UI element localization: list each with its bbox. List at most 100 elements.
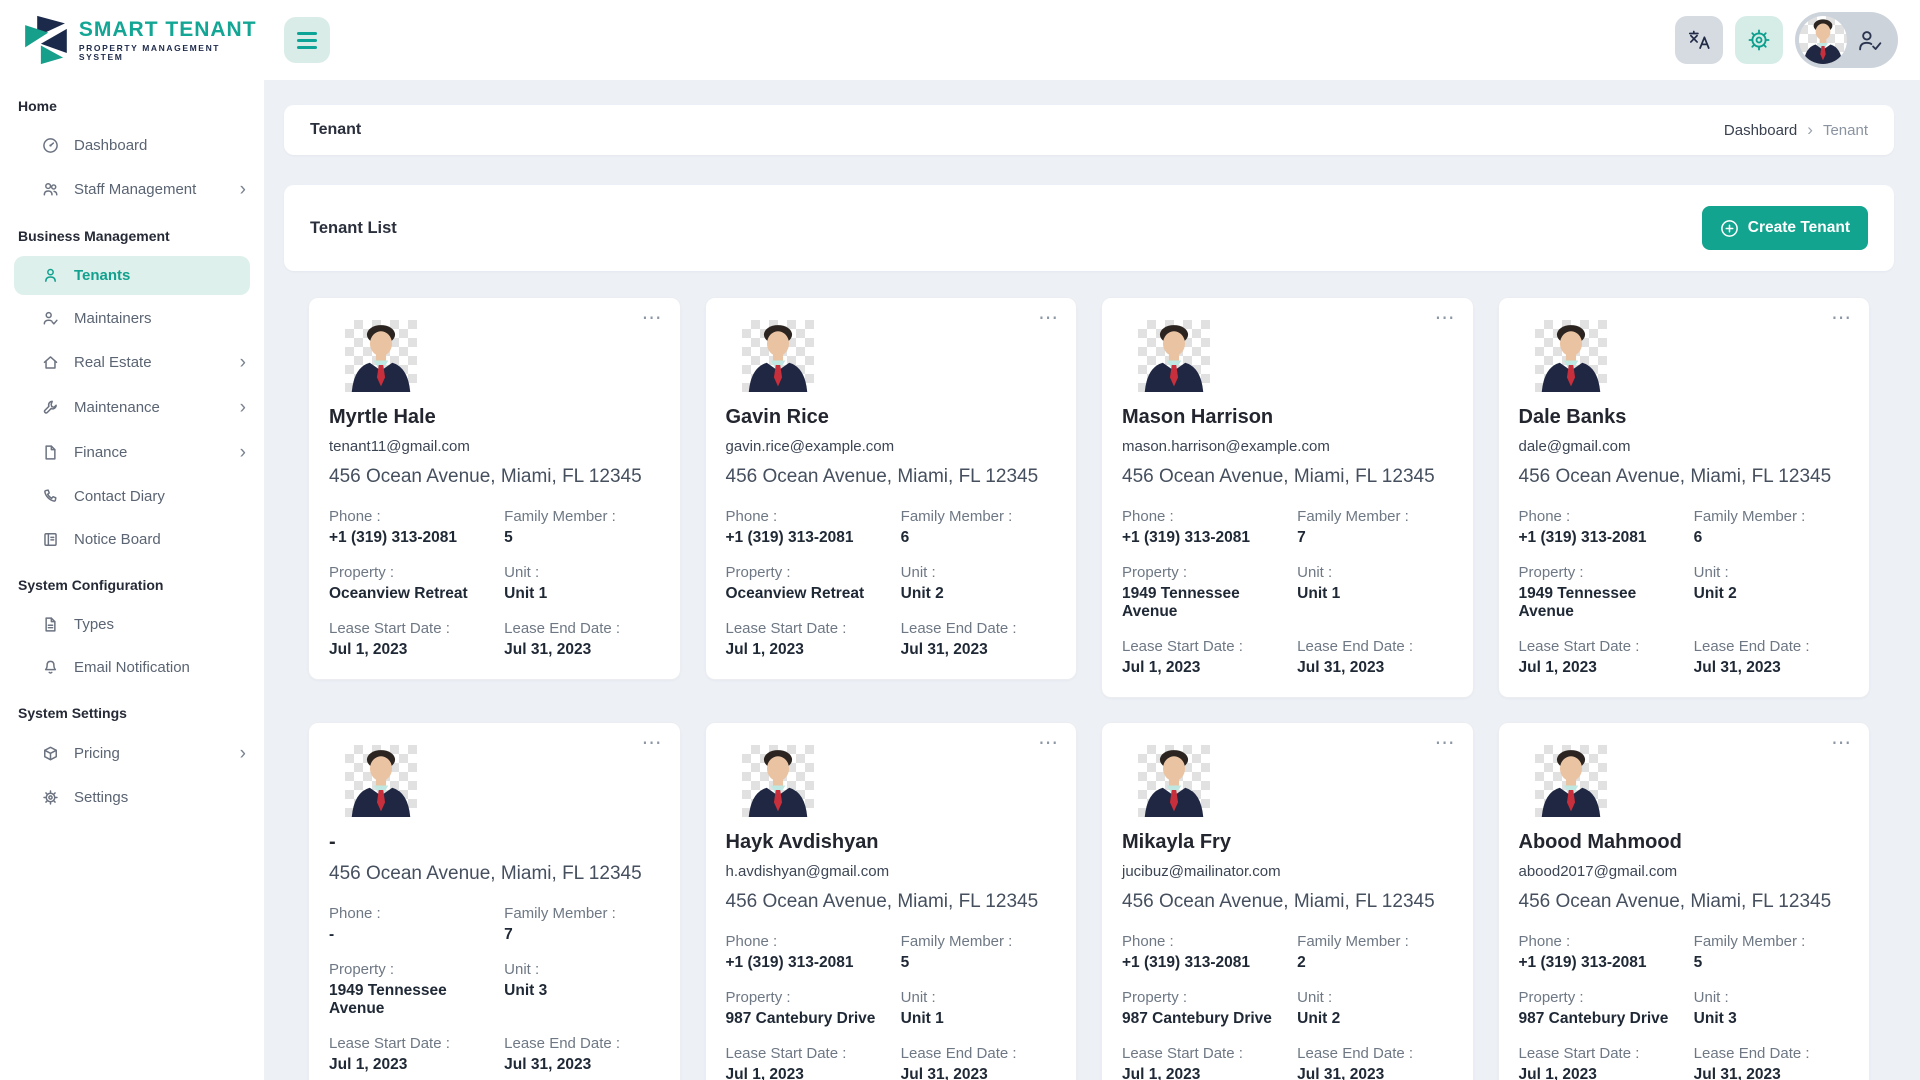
field-value: Jul 31, 2023	[1297, 659, 1452, 677]
detail-field: Unit :Unit 2	[1297, 989, 1452, 1028]
detail-field: Unit :Unit 1	[901, 989, 1056, 1028]
detail-field: Property :1949 Tennessee Avenue	[1519, 564, 1694, 621]
sidebar-item-settings[interactable]: Settings	[0, 776, 264, 819]
field-label: Unit :	[504, 961, 659, 978]
tenant-avatar	[1535, 745, 1607, 817]
field-value: 1949 Tennessee Avenue	[1519, 585, 1694, 621]
tenant-avatar	[1138, 745, 1210, 817]
sidebar-toggle-button[interactable]	[284, 17, 330, 63]
tenant-card-8: ⋯ Abood Mahmood abood2017@gmail.com 456 …	[1498, 722, 1871, 1080]
detail-field: Phone :+1 (319) 313-2081	[726, 933, 901, 972]
field-value: Jul 1, 2023	[1122, 659, 1297, 677]
detail-field: Phone :+1 (319) 313-2081	[726, 508, 901, 547]
card-menu-button[interactable]: ⋯	[1831, 733, 1851, 753]
top-header: SMART TENANT PROPERTY MANAGEMENT SYSTEM	[0, 0, 1920, 80]
sidebar-item-real-estate[interactable]: Real Estate›	[0, 340, 264, 385]
field-label: Unit :	[901, 564, 1056, 581]
field-value: Jul 31, 2023	[1297, 1066, 1452, 1080]
field-label: Phone :	[726, 508, 901, 525]
field-value: Unit 3	[504, 982, 659, 1000]
detail-field: Lease End Date :Jul 31, 2023	[1297, 638, 1452, 677]
sidebar-section-title: System Settings	[0, 689, 264, 731]
chevron-right-icon: ›	[240, 180, 246, 199]
sidebar-section-title: System Configuration	[0, 561, 264, 603]
sidebar-item-email-notification[interactable]: Email Notification	[0, 646, 264, 689]
sidebar-item-dashboard[interactable]: Dashboard	[0, 124, 264, 167]
gear-icon	[42, 789, 59, 806]
tenant-name: Hayk Avdishyan	[726, 830, 1057, 854]
tenant-avatar	[1138, 320, 1210, 392]
tenant-details: Phone :+1 (319) 313-2081Family Member :5…	[1519, 933, 1850, 1080]
field-label: Lease Start Date :	[329, 1035, 504, 1052]
sidebar-item-tenants[interactable]: Tenants	[14, 256, 250, 295]
field-value: +1 (319) 313-2081	[1519, 529, 1694, 547]
card-menu-button[interactable]: ⋯	[1435, 308, 1455, 328]
field-value: Jul 31, 2023	[504, 641, 659, 659]
tenant-name: Mikayla Fry	[1122, 830, 1453, 854]
detail-field: Family Member :2	[1297, 933, 1452, 972]
field-value: Oceanview Retreat	[726, 585, 901, 603]
tenant-details: Phone :+1 (319) 313-2081Family Member :5…	[726, 933, 1057, 1080]
tenant-avatar	[742, 745, 814, 817]
tenant-details: Phone :+1 (319) 313-2081Family Member :7…	[1122, 508, 1453, 677]
field-value: 987 Cantebury Drive	[1122, 1010, 1297, 1028]
settings-gear-button[interactable]	[1735, 16, 1783, 64]
sidebar-item-staff-management[interactable]: Staff Management›	[0, 167, 264, 212]
sidebar-item-notice-board[interactable]: Notice Board	[0, 518, 264, 561]
detail-field: Family Member :7	[504, 905, 659, 944]
card-menu-button[interactable]: ⋯	[1038, 733, 1058, 753]
field-label: Lease End Date :	[504, 620, 659, 637]
field-value: +1 (319) 313-2081	[1122, 529, 1297, 547]
user-profile-menu[interactable]	[1795, 12, 1898, 68]
sidebar-item-maintenance[interactable]: Maintenance›	[0, 385, 264, 430]
detail-field: Property :1949 Tennessee Avenue	[329, 961, 504, 1018]
field-label: Lease End Date :	[1694, 638, 1849, 655]
sidebar-item-pricing[interactable]: Pricing›	[0, 731, 264, 776]
tenant-avatar	[345, 320, 417, 392]
card-menu-button[interactable]: ⋯	[1831, 308, 1851, 328]
detail-field: Phone :-	[329, 905, 504, 944]
field-label: Lease Start Date :	[1519, 1045, 1694, 1062]
detail-field: Lease End Date :Jul 31, 2023	[901, 620, 1056, 659]
sidebar-item-label: Maintainers	[74, 310, 152, 327]
tenant-card-1: ⋯ Myrtle Hale tenant11@gmail.com 456 Oce…	[308, 297, 681, 680]
language-translate-button[interactable]	[1675, 16, 1723, 64]
translate-icon	[1686, 27, 1712, 53]
breadcrumb: Dashboard › Tenant	[1724, 120, 1868, 140]
field-label: Unit :	[504, 564, 659, 581]
field-value: Jul 31, 2023	[1694, 1066, 1849, 1080]
card-menu-button[interactable]: ⋯	[1038, 308, 1058, 328]
field-label: Phone :	[1122, 933, 1297, 950]
dashboard-icon	[42, 137, 59, 154]
field-label: Lease Start Date :	[1122, 1045, 1297, 1062]
tenant-email: mason.harrison@example.com	[1122, 438, 1453, 455]
chevron-right-icon: ›	[240, 353, 246, 372]
field-label: Lease Start Date :	[1519, 638, 1694, 655]
sidebar-item-label: Dashboard	[74, 137, 147, 154]
detail-field: Lease Start Date :Jul 1, 2023	[726, 1045, 901, 1080]
field-value: 987 Cantebury Drive	[1519, 1010, 1694, 1028]
sidebar-item-contact-diary[interactable]: Contact Diary	[0, 475, 264, 518]
sidebar-item-types[interactable]: Types	[0, 603, 264, 646]
sidebar-item-label: Maintenance	[74, 399, 160, 416]
field-label: Family Member :	[901, 508, 1056, 525]
field-value: Jul 1, 2023	[329, 1056, 504, 1074]
sidebar-item-maintainers[interactable]: Maintainers	[0, 297, 264, 340]
card-menu-button[interactable]: ⋯	[642, 733, 662, 753]
field-label: Lease Start Date :	[726, 620, 901, 637]
sidebar-item-label: Settings	[74, 789, 128, 806]
detail-field: Unit :Unit 1	[504, 564, 659, 603]
tenant-name: Mason Harrison	[1122, 405, 1453, 429]
tenant-email: dale@gmail.com	[1519, 438, 1850, 455]
breadcrumb-dashboard-link[interactable]: Dashboard	[1724, 122, 1797, 139]
person-icon	[42, 267, 59, 284]
sidebar-item-finance[interactable]: Finance›	[0, 430, 264, 475]
sidebar-item-label: Tenants	[74, 267, 130, 284]
tenant-card-2: ⋯ Gavin Rice gavin.rice@example.com 456 …	[705, 297, 1078, 680]
card-menu-button[interactable]: ⋯	[642, 308, 662, 328]
tenant-card-5: ⋯ - 456 Ocean Avenue, Miami, FL 12345 Ph…	[308, 722, 681, 1080]
create-tenant-button[interactable]: Create Tenant	[1702, 206, 1868, 250]
detail-field: Lease End Date : Jul 31, 2023	[504, 620, 659, 659]
card-menu-button[interactable]: ⋯	[1435, 733, 1455, 753]
field-value: +1 (319) 313-2081	[726, 954, 901, 972]
